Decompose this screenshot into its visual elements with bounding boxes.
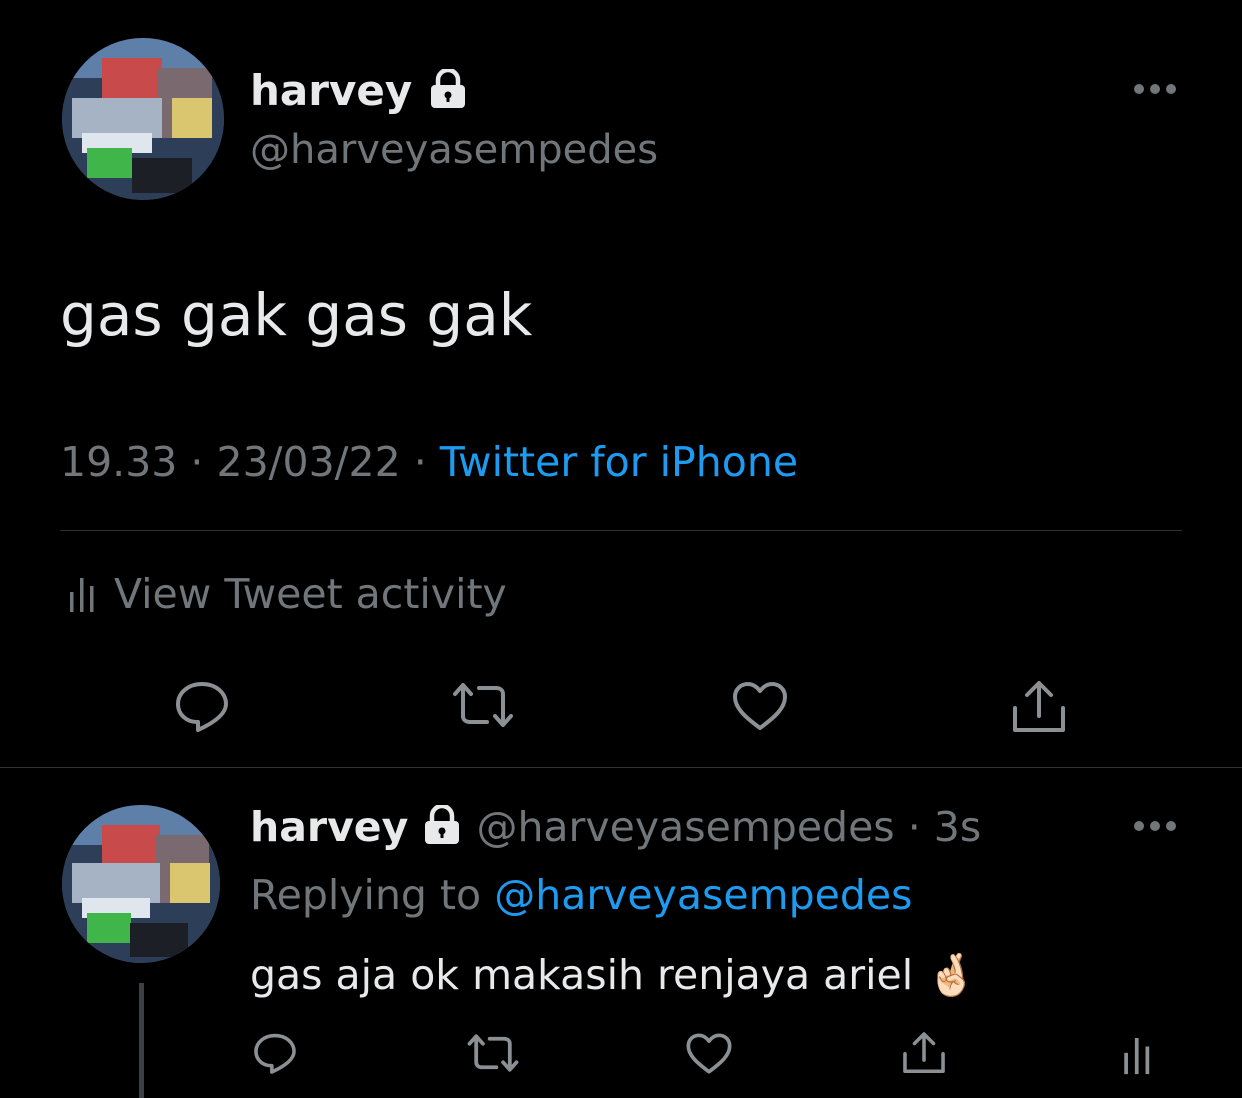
reply-display-name[interactable]: harvey: [250, 803, 408, 851]
analytics-icon: [66, 574, 98, 614]
reply-text: gas aja ok makasih renjaya ariel: [250, 951, 914, 999]
tweet-source-link[interactable]: Twitter for iPhone: [440, 438, 798, 486]
divider: [60, 530, 1182, 531]
like-icon[interactable]: [731, 680, 789, 732]
reply-icon[interactable]: [252, 1030, 298, 1076]
tweet-time: 19.33: [60, 438, 178, 486]
replying-to: Replying to @harveyasempedes: [250, 870, 912, 920]
reply-icon[interactable]: [173, 678, 231, 734]
replying-to-handle[interactable]: @harveyasempedes: [494, 871, 912, 919]
meta-separator: ·: [190, 438, 204, 486]
reply-text-row: gas aja ok makasih renjaya ariel 🤞🏻: [250, 948, 977, 1002]
reply-header: harvey @harveyasempedes · 3s: [250, 802, 981, 852]
tweet-text: gas gak gas gak: [60, 281, 533, 349]
view-tweet-activity-label[interactable]: View Tweet activity: [114, 570, 507, 618]
handle[interactable]: @harveyasempedes: [250, 125, 658, 175]
view-tweet-activity[interactable]: View Tweet activity: [66, 568, 507, 620]
share-icon[interactable]: [1009, 678, 1069, 736]
like-icon[interactable]: [685, 1032, 733, 1075]
lock-icon: [427, 66, 469, 116]
analytics-icon[interactable]: [1120, 1032, 1154, 1078]
more-options-icon[interactable]: [1132, 819, 1178, 833]
tweet-date: 23/03/22: [216, 438, 401, 486]
display-name[interactable]: harvey: [250, 66, 469, 116]
avatar[interactable]: [62, 38, 224, 200]
share-icon[interactable]: [900, 1030, 948, 1076]
crossed-fingers-emoji: 🤞🏻: [926, 951, 978, 999]
display-name-text[interactable]: harvey: [250, 66, 412, 115]
divider: [0, 767, 1242, 768]
meta-separator: ·: [413, 438, 427, 486]
reply-handle-time[interactable]: @harveyasempedes · 3s: [476, 803, 981, 851]
replying-to-label: Replying to: [250, 871, 482, 919]
thread-line: [139, 983, 144, 1098]
lock-icon: [421, 802, 463, 852]
tweet-meta: 19.33 · 23/03/22 · Twitter for iPhone: [60, 436, 798, 488]
more-options-icon[interactable]: [1132, 82, 1178, 96]
retweet-icon[interactable]: [466, 1032, 520, 1074]
retweet-icon[interactable]: [451, 680, 515, 730]
reply-avatar[interactable]: [62, 805, 220, 963]
